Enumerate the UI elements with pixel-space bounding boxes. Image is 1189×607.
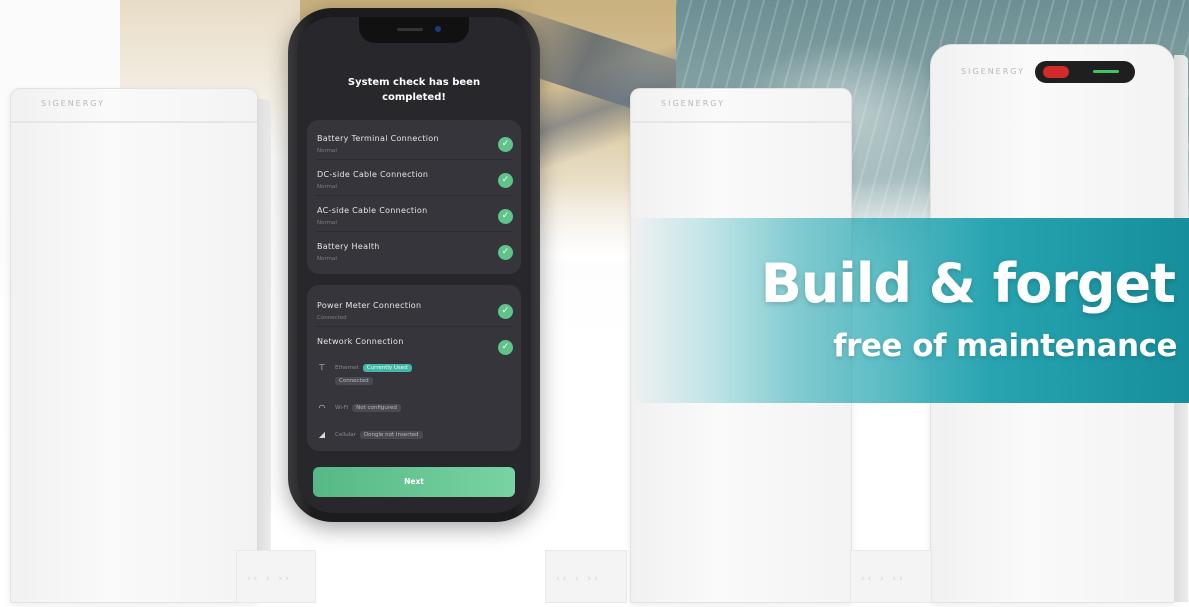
- network-ethernet-status: Connected: [335, 377, 373, 385]
- network-type-label: Cellular: [335, 431, 356, 438]
- network-cellular: ◢ Cellular Dongle not inserted: [317, 430, 423, 439]
- check-icon: ✓: [498, 137, 513, 152]
- check-status: Connected: [317, 315, 347, 321]
- network-type-label: Ethernet: [335, 364, 359, 371]
- hero-image: SIGENERGY SIGENERGY SIGENERGY ‹‹ › ›› ‹‹…: [0, 0, 1189, 607]
- status-badge: Not configured: [352, 403, 401, 412]
- camera-icon: [435, 26, 441, 32]
- smartphone: System check has been completed! Battery…: [288, 8, 540, 522]
- status-badge: Dongle not inserted: [359, 430, 423, 439]
- switch-lever: [1043, 66, 1069, 78]
- network-ethernet: ⊤ Ethernet Currently Used: [317, 363, 412, 372]
- cellular-icon: ◢: [318, 430, 326, 439]
- check-row-network: Network Connection ✓: [315, 327, 513, 363]
- check-label: Battery Terminal Connection: [317, 134, 439, 143]
- power-switch: [1035, 61, 1135, 83]
- system-check-title: System check has been completed!: [347, 77, 481, 103]
- check-label: Network Connection: [317, 337, 404, 346]
- check-icon: ✓: [498, 304, 513, 319]
- check-icon: ✓: [498, 245, 513, 260]
- check-label: Power Meter Connection: [317, 301, 422, 310]
- check-row-power-meter: Power Meter Connection Connected ✓: [315, 291, 513, 327]
- cabinet-band: [11, 121, 257, 123]
- cabinet-side-panel: [257, 99, 271, 602]
- wifi-icon: ◠: [318, 403, 326, 412]
- subheadline: free of maintenance: [833, 328, 1177, 364]
- status-badge: Connected: [335, 377, 373, 385]
- headline: Build & forget: [760, 252, 1176, 315]
- chevron-decor: ‹‹ › ››: [556, 574, 601, 584]
- ethernet-icon: ⊤: [318, 363, 326, 372]
- network-wifi: ◠ Wi-Fi Not configured: [317, 403, 401, 412]
- brand-logo: SIGENERGY: [661, 99, 725, 108]
- check-status: Normal: [317, 148, 337, 154]
- chevron-decor: ‹‹ › ››: [861, 574, 906, 584]
- check-row: Battery Terminal Connection Normal ✓: [315, 124, 513, 160]
- cabinet-base: ‹‹ › ››: [236, 550, 316, 603]
- check-row: AC-side Cable Connection Normal ✓: [315, 196, 513, 232]
- cabinet-band: [631, 121, 851, 123]
- tagline-banner: Build & forget free of maintenance: [630, 218, 1189, 403]
- phone-screen: System check has been completed! Battery…: [297, 17, 531, 513]
- currently-used-badge: Currently Used: [362, 363, 412, 372]
- battery-cabinet-left: SIGENERGY: [10, 88, 271, 603]
- cabinet-base: ‹‹ › ››: [850, 550, 932, 603]
- network-type-label: Wi-Fi: [335, 404, 349, 411]
- check-status: Normal: [317, 184, 337, 190]
- next-button[interactable]: Next: [313, 467, 515, 497]
- check-row: Battery Health Normal ✓: [315, 232, 513, 268]
- check-group-connection: Power Meter Connection Connected ✓ Netwo…: [307, 285, 521, 451]
- check-icon: ✓: [498, 173, 513, 188]
- cabinet-base: ‹‹ › ››: [545, 550, 627, 603]
- check-label: Battery Health: [317, 242, 380, 251]
- chevron-decor: ‹‹ › ››: [247, 574, 292, 584]
- brand-logo: SIGENERGY: [961, 67, 1025, 76]
- check-row: DC-side Cable Connection Normal ✓: [315, 160, 513, 196]
- check-icon: ✓: [498, 340, 513, 355]
- status-led: [1093, 70, 1119, 73]
- phone-notch: [359, 17, 469, 43]
- check-label: AC-side Cable Connection: [317, 206, 428, 215]
- check-icon: ✓: [498, 209, 513, 224]
- brand-logo: SIGENERGY: [41, 99, 105, 108]
- check-status: Normal: [317, 256, 337, 262]
- speaker-grille: [397, 28, 423, 31]
- check-status: Normal: [317, 220, 337, 226]
- check-group-battery: Battery Terminal Connection Normal ✓ DC-…: [307, 120, 521, 274]
- check-label: DC-side Cable Connection: [317, 170, 429, 179]
